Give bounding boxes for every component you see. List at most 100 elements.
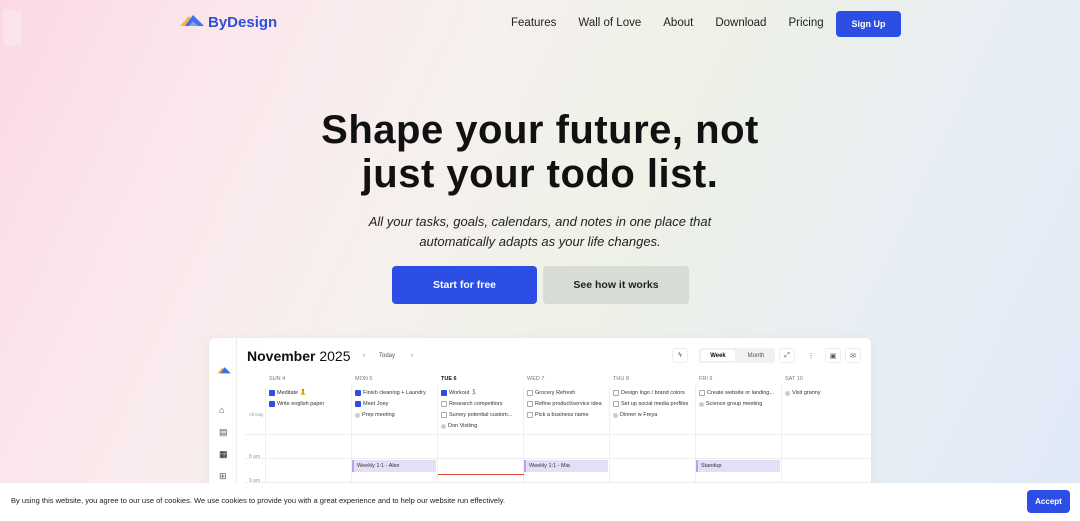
view-week-tab[interactable]: Week xyxy=(701,350,735,361)
all-day-label: All Day xyxy=(249,412,264,417)
view-month-tab[interactable]: Month xyxy=(739,350,773,361)
column-divider xyxy=(781,386,782,488)
task-label: Visit granny xyxy=(792,390,821,396)
hour-divider xyxy=(245,458,871,459)
day-header: MON 5 xyxy=(355,376,373,382)
brand-name: ByDesign xyxy=(208,14,278,31)
event-dot-icon[interactable] xyxy=(785,390,790,396)
task-item[interactable]: Meet Joey xyxy=(355,401,388,407)
checkbox-checked-icon[interactable] xyxy=(269,390,275,396)
task-item[interactable]: Pick a business name xyxy=(527,412,589,418)
nav-link-download[interactable]: Download xyxy=(715,17,766,29)
checkbox-checked-icon[interactable] xyxy=(355,401,361,407)
checkbox-checked-icon[interactable] xyxy=(269,401,275,407)
calendar-title: November 2025 xyxy=(247,348,351,364)
hero-title-line2: just your todo list. xyxy=(361,152,719,196)
task-item[interactable]: Survey potential custom... xyxy=(441,412,512,418)
task-item[interactable]: Grocery Refresh xyxy=(527,390,575,396)
task-item[interactable]: Set up social media profiles xyxy=(613,401,688,407)
home-icon[interactable]: ⌂ xyxy=(219,405,224,415)
day-header: SUN 4 xyxy=(269,376,286,382)
app-logo-icon xyxy=(217,361,231,379)
task-label: Refine product/service idea xyxy=(535,401,602,407)
app-preview: ⌂ ▤ ▦ ⊞ November 2025 ‹ Today › ϟ Week M… xyxy=(209,338,871,488)
task-item[interactable]: Meditate 🧘 xyxy=(269,390,306,396)
event-dot-icon[interactable] xyxy=(441,423,446,429)
brand-logo[interactable]: ByDesign xyxy=(180,13,277,32)
calendar-icon[interactable]: ▦ xyxy=(219,449,228,460)
nav-link-about[interactable]: About xyxy=(663,17,693,29)
task-label: Write english paper xyxy=(277,401,325,407)
notes-icon[interactable]: ▤ xyxy=(219,427,228,438)
calendar-year: 2025 xyxy=(319,348,351,364)
column-divider xyxy=(609,386,610,488)
task-item[interactable]: Finish cleaning + Laundry xyxy=(355,390,426,396)
checkbox-icon[interactable] xyxy=(527,401,533,407)
task-item[interactable]: Write english paper xyxy=(269,401,324,407)
task-label: Research competitors xyxy=(449,401,503,407)
lightning-icon[interactable]: ϟ xyxy=(672,348,688,363)
event-dot-icon[interactable] xyxy=(355,412,360,418)
task-item[interactable]: Workout 🏃 xyxy=(441,390,478,396)
hero-title-line1: Shape your future, not xyxy=(321,108,759,152)
task-label: Meet Joey xyxy=(363,401,389,407)
see-how-it-works-button[interactable]: See how it works xyxy=(543,266,689,304)
checkbox-checked-icon[interactable] xyxy=(441,390,447,396)
task-item[interactable]: Visit granny xyxy=(785,390,821,396)
checkbox-icon[interactable] xyxy=(613,390,619,396)
event-dot-icon[interactable] xyxy=(613,412,618,418)
day-header: THU 8 xyxy=(613,376,629,382)
checkbox-icon[interactable] xyxy=(441,412,447,418)
calendar-event[interactable]: Weekly 1:1 - Alex xyxy=(352,460,436,472)
task-label: Meditate 🧘 xyxy=(277,390,307,396)
view-toggle: Week Month xyxy=(699,348,775,363)
column-divider xyxy=(523,386,524,488)
task-item[interactable]: Science group meeting xyxy=(699,401,762,407)
calendar-event[interactable]: Standup xyxy=(696,460,780,472)
day-header: FRI 9 xyxy=(699,376,713,382)
checkbox-icon[interactable] xyxy=(527,412,533,418)
task-label: Grocery Refresh xyxy=(535,390,576,396)
task-item[interactable]: Research competitors xyxy=(441,401,503,407)
top-nav: ByDesign Features Wall of Love About Dow… xyxy=(0,11,1080,37)
more-options-icon[interactable]: ⋮ xyxy=(803,348,819,363)
task-item[interactable]: Create website or landing... xyxy=(699,390,774,396)
hero-title: Shape your future, not just your todo li… xyxy=(0,108,1080,196)
apps-grid-icon[interactable]: ⊞ xyxy=(219,471,227,482)
task-item[interactable]: Dinner w Freya xyxy=(613,412,657,418)
column-divider xyxy=(437,386,438,488)
task-item[interactable]: Refine product/service idea xyxy=(527,401,602,407)
task-label: Dinner w Freya xyxy=(620,412,658,418)
task-item[interactable]: Prep meeting xyxy=(355,412,395,418)
column-divider xyxy=(351,386,352,488)
checkbox-checked-icon[interactable] xyxy=(355,390,361,396)
task-item[interactable]: Design logo / brand colors xyxy=(613,390,685,396)
calendar-grid: All Day SUN 4 MON 5 TUE 6 WED 7 THU 8 FRI 9 SA… xyxy=(245,372,871,488)
next-week-icon[interactable]: › xyxy=(406,349,418,362)
nav-link-pricing[interactable]: Pricing xyxy=(788,17,823,29)
sign-up-button[interactable]: Sign Up xyxy=(836,11,901,37)
inbox-icon[interactable]: ✉ xyxy=(845,348,861,363)
checkbox-icon[interactable] xyxy=(613,401,619,407)
task-item[interactable]: Don Visiting xyxy=(441,423,477,429)
event-dot-icon[interactable] xyxy=(699,401,704,407)
calendar-event[interactable]: Weekly 1:1 - Mia xyxy=(524,460,608,472)
hero-subtitle-line1: All your tasks, goals, calendars, and no… xyxy=(368,214,712,229)
nav-link-features[interactable]: Features xyxy=(511,17,556,29)
expand-icon[interactable]: ⤢ xyxy=(779,348,795,363)
current-time-indicator xyxy=(438,474,524,475)
today-button[interactable]: Today xyxy=(372,349,402,362)
day-header: WED 7 xyxy=(527,376,545,382)
task-label: Workout 🏃 xyxy=(449,390,478,396)
accept-cookies-button[interactable]: Accept xyxy=(1027,490,1070,513)
app-sidebar: ⌂ ▤ ▦ ⊞ xyxy=(209,338,237,488)
task-label: Don Visiting xyxy=(448,423,478,429)
start-for-free-button[interactable]: Start for free xyxy=(392,266,537,304)
checkbox-icon[interactable] xyxy=(441,401,447,407)
checkbox-icon[interactable] xyxy=(699,390,705,396)
layout-icon[interactable]: ▣ xyxy=(825,348,841,363)
prev-week-icon[interactable]: ‹ xyxy=(358,349,370,362)
task-label: Prep meeting xyxy=(362,412,395,418)
checkbox-icon[interactable] xyxy=(527,390,533,396)
nav-link-wall-of-love[interactable]: Wall of Love xyxy=(578,17,641,29)
